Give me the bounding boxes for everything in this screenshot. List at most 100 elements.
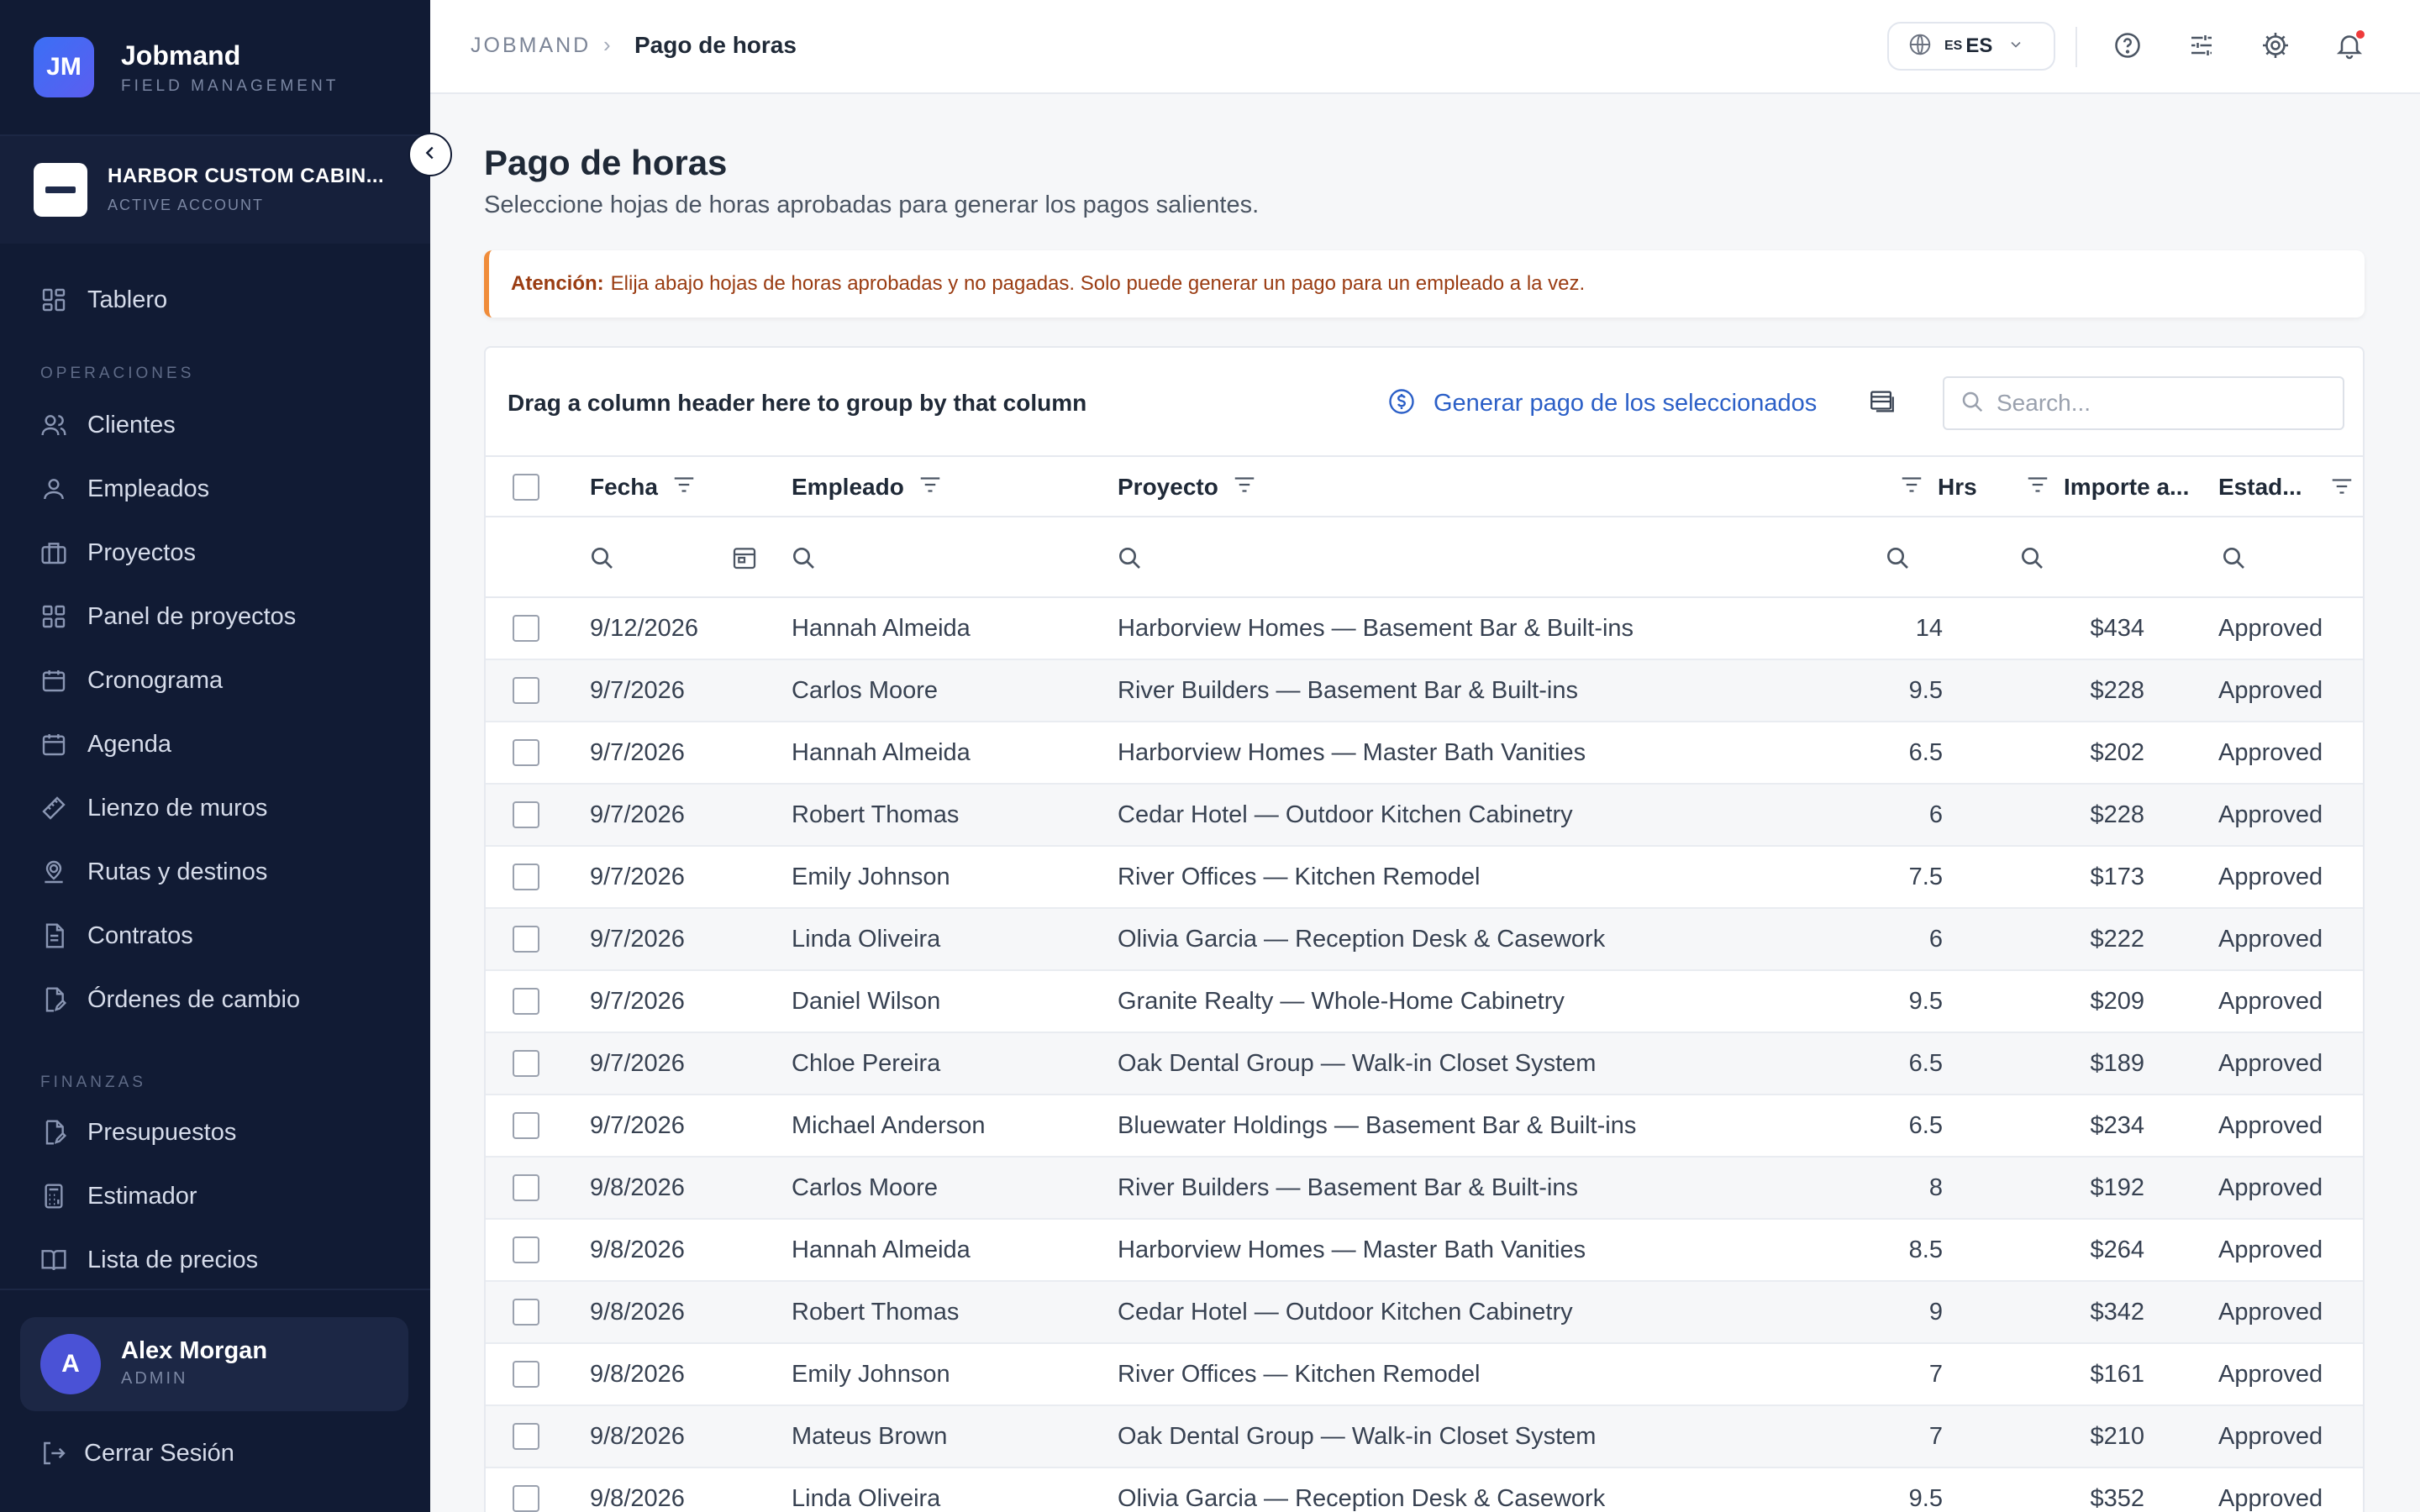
select-all-checkbox[interactable] xyxy=(513,474,539,501)
search-icon[interactable] xyxy=(1882,543,1912,573)
cell-importe: $161 xyxy=(2090,1360,2144,1388)
document-edit-icon xyxy=(39,1117,69,1147)
nav-item-tablero[interactable]: Tablero xyxy=(39,275,167,325)
nav-item-proyectos[interactable]: Proyectos xyxy=(39,528,196,578)
cell-estado: Approved xyxy=(2218,801,2323,828)
column-header-label: Fecha xyxy=(590,474,658,500)
account-switcher[interactable]: HARBOR CUSTOM CABIN... ACTIVE ACCOUNT xyxy=(0,136,430,244)
map-pin-icon xyxy=(39,857,69,887)
nav-item-lista-de-precios[interactable]: Lista de precios xyxy=(39,1235,258,1285)
nav-item-clientes[interactable]: Clientes xyxy=(39,400,176,450)
nav-item-lienzo-de-muros[interactable]: Lienzo de muros xyxy=(39,783,267,833)
row-checkbox[interactable] xyxy=(513,1174,539,1201)
filter-icon[interactable] xyxy=(1232,472,1257,503)
cell-proyecto: Granite Realty — Whole-Home Cabinetry xyxy=(1118,987,1565,1015)
table-row[interactable]: 9/7/2026 Chloe Pereira Oak Dental Group — … xyxy=(486,1033,2363,1095)
row-checkbox[interactable] xyxy=(513,864,539,890)
column-header-hrs[interactable]: Hrs xyxy=(1899,457,1977,517)
table-row[interactable]: 9/8/2026 Hannah Almeida Harborview Homes —… xyxy=(486,1220,2363,1282)
search-icon[interactable] xyxy=(2017,543,2047,573)
table-row[interactable]: 9/8/2026 Mateus Brown Oak Dental Group — W… xyxy=(486,1406,2363,1468)
search-icon[interactable] xyxy=(587,543,617,573)
cell-empleado: Emily Johnson xyxy=(792,863,950,890)
notifications-button[interactable] xyxy=(2328,25,2371,69)
column-header-empleado[interactable]: Empleado xyxy=(792,457,943,517)
breadcrumb-root[interactable]: JOBMAND xyxy=(471,34,591,58)
brand[interactable]: JM Jobmand FIELD MANAGEMENT xyxy=(34,35,339,99)
help-button[interactable] xyxy=(2106,25,2149,69)
row-checkbox[interactable] xyxy=(513,1050,539,1077)
table-row[interactable]: 9/7/2026 Michael Anderson Bluewater Holdin… xyxy=(486,1095,2363,1158)
column-header-estado[interactable]: Estad... xyxy=(2218,457,2302,517)
nav-item-empleados[interactable]: Empleados xyxy=(39,464,209,514)
cell-hrs: 9.5 xyxy=(1908,1484,1943,1512)
cell-importe: $352 xyxy=(2090,1484,2144,1512)
nav-item-cronograma[interactable]: Cronograma xyxy=(39,655,223,706)
nav-label: Clientes xyxy=(87,411,176,438)
row-checkbox[interactable] xyxy=(513,926,539,953)
search-icon[interactable] xyxy=(788,543,818,573)
group-panel[interactable]: Drag a column header here to group by th… xyxy=(508,390,1086,417)
search-input[interactable] xyxy=(1996,390,2316,417)
table-row[interactable]: 9/7/2026 Daniel Wilson Granite Realty — Wh… xyxy=(486,971,2363,1033)
row-checkbox[interactable] xyxy=(513,677,539,704)
row-checkbox[interactable] xyxy=(513,1299,539,1326)
nav-item-ordenes-de-cambio[interactable]: Órdenes de cambio xyxy=(39,974,300,1025)
user-card[interactable]: A Alex Morgan ADMIN xyxy=(20,1317,408,1411)
document-icon xyxy=(39,921,69,951)
calendar-icon[interactable] xyxy=(729,543,760,573)
language-selector[interactable]: ES ES xyxy=(1887,22,2055,71)
nav-item-panel-de-proyectos[interactable]: Panel de proyectos xyxy=(39,591,296,642)
row-checkbox[interactable] xyxy=(513,615,539,642)
settings-button[interactable] xyxy=(2254,25,2297,69)
filter-icon[interactable] xyxy=(918,472,943,503)
filter-icon[interactable] xyxy=(671,472,697,503)
nav-item-estimador[interactable]: Estimador xyxy=(39,1171,197,1221)
table-row[interactable]: 9/12/2026 Hannah Almeida Harborview Homes … xyxy=(486,598,2363,660)
cell-proyecto: Harborview Homes — Master Bath Vanities xyxy=(1118,1236,1586,1263)
nav-item-presupuestos[interactable]: Presupuestos xyxy=(39,1107,236,1158)
grid-search[interactable] xyxy=(1943,376,2344,430)
row-checkbox[interactable] xyxy=(513,1423,539,1450)
table-row[interactable]: 9/7/2026 Emily Johnson River Offices — Kit… xyxy=(486,847,2363,909)
collapse-sidebar-button[interactable] xyxy=(408,133,452,176)
table-row[interactable]: 9/7/2026 Hannah Almeida Harborview Homes —… xyxy=(486,722,2363,785)
cell-hrs: 7 xyxy=(1928,1422,1943,1450)
table-row[interactable]: 9/8/2026 Emily Johnson River Offices — Kit… xyxy=(486,1344,2363,1406)
preferences-button[interactable] xyxy=(2180,25,2223,69)
nav-label: Presupuestos xyxy=(87,1118,237,1146)
search-icon[interactable] xyxy=(1114,543,1144,573)
row-checkbox[interactable] xyxy=(513,801,539,828)
cell-hrs: 6.5 xyxy=(1908,1111,1943,1139)
row-checkbox[interactable] xyxy=(513,1485,539,1512)
nav-item-agenda[interactable]: Agenda xyxy=(39,719,171,769)
column-chooser-button[interactable] xyxy=(1864,385,1901,422)
filter-icon[interactable] xyxy=(1899,472,1924,503)
row-checkbox[interactable] xyxy=(513,1361,539,1388)
column-header-proyecto[interactable]: Proyecto xyxy=(1118,457,1257,517)
nav-item-rutas-y-destinos[interactable]: Rutas y destinos xyxy=(39,847,267,897)
filter-icon[interactable] xyxy=(2329,474,2354,503)
cell-importe: $234 xyxy=(2090,1111,2144,1139)
row-checkbox[interactable] xyxy=(513,1112,539,1139)
chevron-down-icon xyxy=(2007,36,2024,57)
column-header-fecha[interactable]: Fecha xyxy=(590,457,697,517)
row-checkbox[interactable] xyxy=(513,739,539,766)
row-checkbox[interactable] xyxy=(513,1236,539,1263)
table-row[interactable]: 9/7/2026 Robert Thomas Cedar Hotel — Outdo… xyxy=(486,785,2363,847)
grid-icon xyxy=(39,601,69,632)
row-checkbox[interactable] xyxy=(513,988,539,1015)
table-row[interactable]: 9/7/2026 Carlos Moore River Builders — Bas… xyxy=(486,660,2363,722)
table-row[interactable]: 9/8/2026 Robert Thomas Cedar Hotel — Outdo… xyxy=(486,1282,2363,1344)
generate-payment-button[interactable]: Generar pago de los seleccionados xyxy=(1386,385,1817,422)
search-icon[interactable] xyxy=(2218,543,2249,573)
nav-item-contratos[interactable]: Contratos xyxy=(39,911,193,961)
divider xyxy=(0,1289,430,1290)
filter-icon[interactable] xyxy=(2025,472,2050,503)
table-row[interactable]: 9/8/2026 Linda Oliveira Olivia Garcia — Re… xyxy=(486,1468,2363,1512)
cell-fecha: 9/7/2026 xyxy=(590,738,685,766)
table-row[interactable]: 9/7/2026 Linda Oliveira Olivia Garcia — Re… xyxy=(486,909,2363,971)
table-row[interactable]: 9/8/2026 Carlos Moore River Builders — Bas… xyxy=(486,1158,2363,1220)
logout-button[interactable]: Cerrar Sesión xyxy=(39,1428,234,1478)
column-header-importe[interactable]: Importe a... xyxy=(2025,457,2189,517)
